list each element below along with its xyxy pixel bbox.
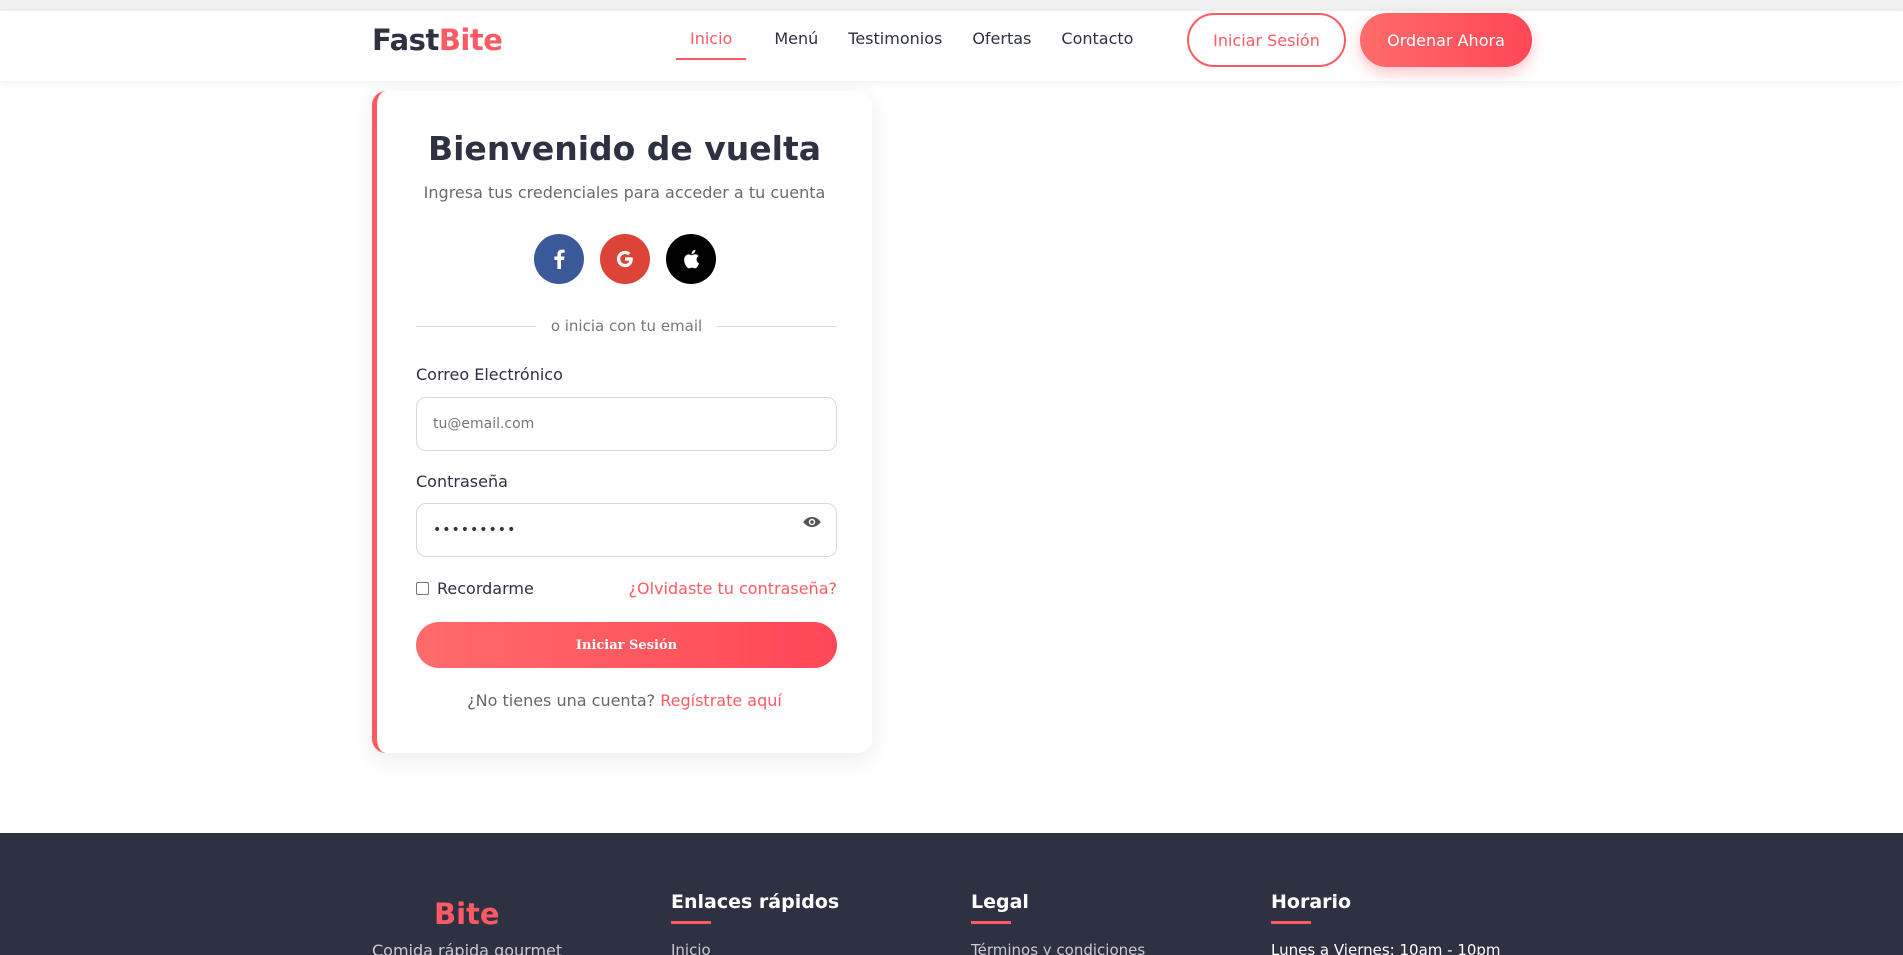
social-login-group (377, 234, 872, 284)
login-subtitle: Ingresa tus credenciales para acceder a … (423, 183, 826, 202)
footer-title-underline (971, 921, 1011, 924)
login-title: Bienvenido de vuelta (427, 129, 822, 168)
apple-icon (683, 249, 699, 269)
divider-line-left (416, 325, 536, 327)
logo[interactable]: Fast Bite (372, 23, 503, 57)
google-login-button[interactable] (599, 234, 650, 284)
divider-line-right (717, 325, 838, 327)
signup-link[interactable]: Regístrate aquí (660, 691, 782, 710)
footer-col-title: Legal (971, 891, 1029, 913)
remember-checkbox[interactable] (416, 582, 429, 595)
footer-col-title: Enlaces rápidos (671, 891, 840, 913)
header-login-button[interactable]: Iniciar Sesión (1187, 13, 1346, 67)
footer-col-hours: Horario Lunes a Viernes: 10am - 10pm (1271, 891, 1501, 955)
remember-row: Recordarme ¿Olvidaste tu contraseña? (416, 579, 837, 598)
footer-col-quick-links: Enlaces rápidos Inicio (671, 891, 839, 955)
nav-link-ofertas[interactable]: Ofertas (972, 29, 1031, 60)
nav-link-inicio[interactable]: Inicio (676, 29, 747, 60)
signup-prompt: ¿No tienes una cuenta? Regístrate aquí (377, 691, 872, 710)
order-now-button[interactable]: Ordenar Ahora (1360, 13, 1532, 67)
password-field-wrapper (416, 503, 837, 557)
password-label: Contraseña (416, 472, 508, 491)
signup-prompt-text: ¿No tienes una cuenta? (467, 691, 656, 710)
footer: Bite Comida rápida gourmet Enlaces rápid… (0, 833, 1903, 955)
footer-link[interactable]: Términos y condiciones (971, 941, 1145, 955)
login-submit-button[interactable]: Iniciar Sesión (416, 622, 837, 668)
footer-brand: Bite (434, 897, 500, 931)
nav-link-contacto[interactable]: Contacto (1061, 29, 1133, 60)
footer-col-title: Horario (1271, 891, 1352, 913)
nav-links: Inicio Menú Testimonios Ofertas Contacto (676, 29, 1163, 60)
footer-col-legal: Legal Términos y condiciones (971, 891, 1145, 955)
apple-login-button[interactable] (665, 234, 716, 284)
password-field[interactable] (433, 522, 820, 538)
email-label: Correo Electrónico (416, 365, 563, 384)
remember-label: Recordarme (437, 579, 534, 598)
email-field-wrapper (416, 397, 837, 451)
login-card: Bienvenido de vuelta Ingresa tus credenc… (372, 91, 872, 753)
navbar: Fast Bite Inicio Menú Testimonios Ofertas… (0, 11, 1903, 81)
footer-title-underline (1271, 921, 1311, 924)
footer-title-underline (671, 921, 711, 924)
facebook-login-button[interactable] (533, 234, 584, 284)
facebook-icon (553, 249, 565, 269)
top-strip (0, 0, 1903, 11)
email-divider: o inicia con tu email (416, 317, 838, 335)
nav-link-menu[interactable]: Menú (774, 29, 818, 60)
logo-text-fast: Fast (372, 23, 439, 57)
forgot-password-link[interactable]: ¿Olvidaste tu contraseña? (629, 579, 837, 598)
email-field[interactable] (433, 416, 820, 432)
divider-text: o inicia con tu email (550, 317, 703, 335)
logo-text-bite: Bite (438, 23, 503, 57)
footer-tagline: Comida rápida gourmet (372, 941, 563, 955)
footer-hours-text: Lunes a Viernes: 10am - 10pm (1271, 941, 1501, 955)
google-icon (616, 250, 633, 268)
nav-link-testimonios[interactable]: Testimonios (848, 29, 942, 60)
remember-me[interactable]: Recordarme (416, 579, 534, 598)
footer-link[interactable]: Inicio (671, 941, 839, 955)
eye-icon[interactable] (802, 512, 822, 532)
